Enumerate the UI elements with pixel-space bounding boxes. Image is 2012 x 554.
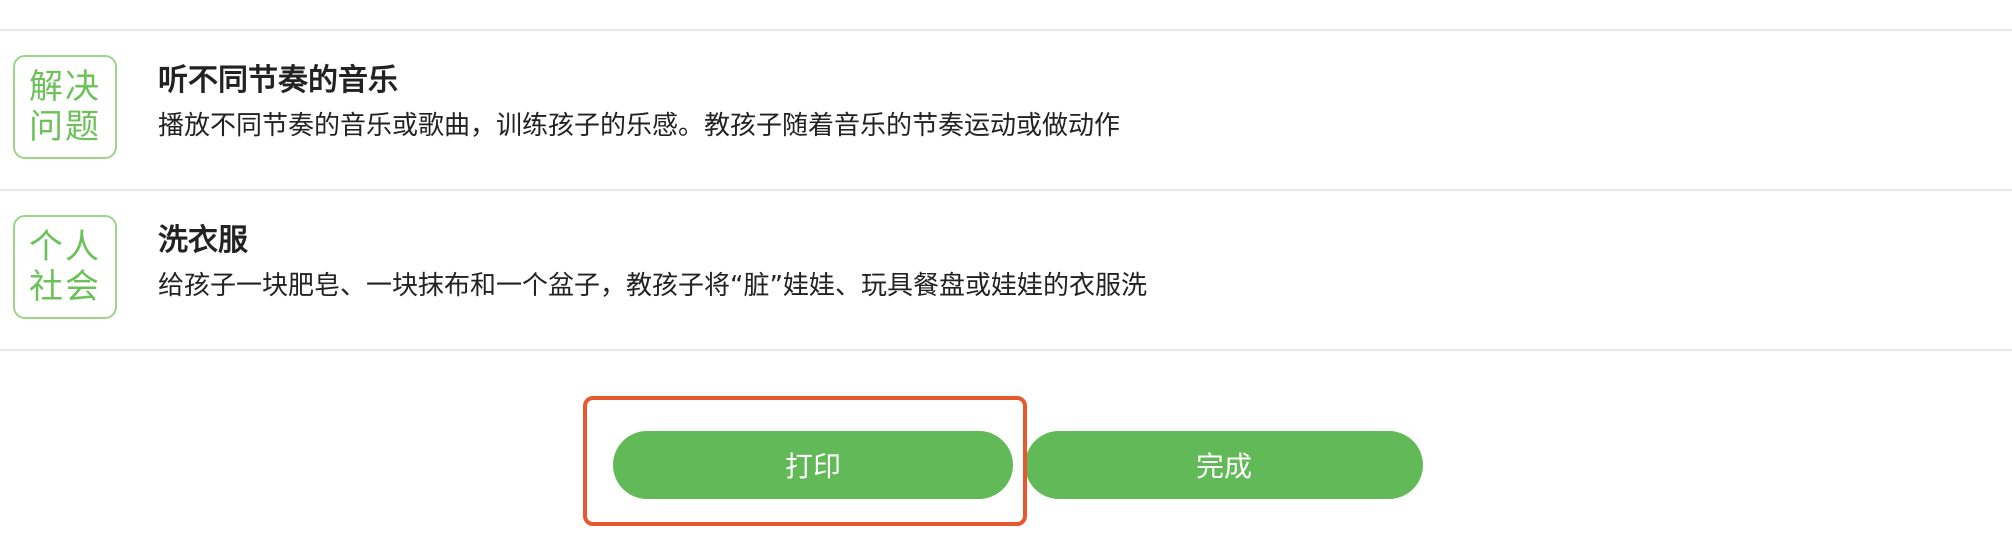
print-button[interactable]: 打印: [613, 431, 1013, 499]
activity-item: 解决 问题 听不同节奏的音乐 播放不同节奏的音乐或歌曲，训练孩子的乐感。教孩子随…: [0, 31, 2012, 189]
category-badge-line: 社会: [29, 267, 101, 307]
category-badge: 个人 社会: [13, 215, 117, 319]
activity-title: 洗衣服: [158, 223, 248, 258]
activity-list-page: 解决 问题 听不同节奏的音乐 播放不同节奏的音乐或歌曲，训练孩子的乐感。教孩子随…: [0, 0, 2012, 554]
activity-description: 播放不同节奏的音乐或歌曲，训练孩子的乐感。教孩子随着音乐的节奏运动或做动作: [158, 111, 1121, 141]
category-badge-line: 解决: [29, 67, 101, 107]
divider: [0, 349, 2012, 351]
activity-title: 听不同节奏的音乐: [158, 63, 398, 98]
category-badge-line: 个人: [29, 227, 101, 267]
activity-item: 个人 社会 洗衣服 给孩子一块肥皂、一块抹布和一个盆子，教孩子将“脏”娃娃、玩具…: [0, 191, 2012, 349]
category-badge-line: 问题: [29, 107, 101, 147]
category-badge: 解决 问题: [13, 55, 117, 159]
done-button[interactable]: 完成: [1025, 431, 1423, 499]
activity-description: 给孩子一块肥皂、一块抹布和一个盆子，教孩子将“脏”娃娃、玩具餐盘或娃娃的衣服洗: [158, 271, 1147, 301]
